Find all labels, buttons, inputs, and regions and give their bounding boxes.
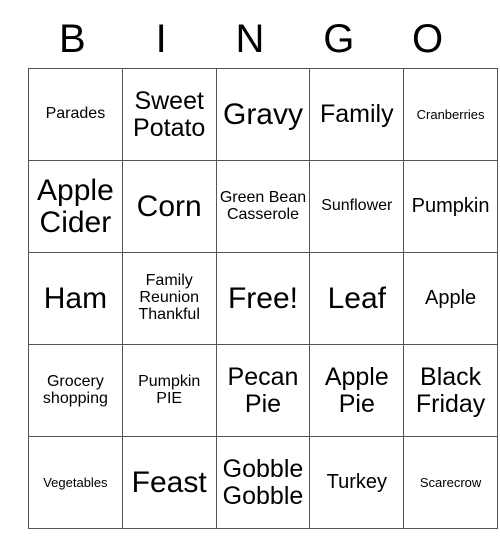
bingo-cell[interactable]: Vegetables [28, 436, 123, 529]
bingo-row: Grocery shopping Pumpkin PIE Pecan Pie A… [28, 344, 498, 437]
bingo-cell[interactable]: Pumpkin [403, 160, 498, 253]
bingo-header: B I N G O [28, 10, 472, 68]
bingo-cell[interactable]: Family Reunion Thankful [121, 252, 217, 345]
bingo-cell[interactable]: Parades [28, 68, 123, 161]
bingo-header-letter-o: O [412, 17, 444, 61]
bingo-cell[interactable]: Green Bean Casserole [215, 160, 311, 253]
bingo-row: Vegetables Feast Gobble Gobble Turkey Sc… [28, 436, 498, 529]
bingo-row: Ham Family Reunion Thankful Free! Leaf A… [28, 252, 498, 345]
bingo-row: Parades Sweet Potato Gravy Family Cranbe… [28, 68, 498, 161]
bingo-header-letter-n: N [235, 17, 265, 61]
bingo-cell[interactable]: Gobble Gobble [215, 436, 311, 529]
bingo-cell[interactable]: Corn [121, 160, 217, 253]
bingo-cell[interactable]: Gravy [215, 68, 311, 161]
bingo-cell[interactable]: Leaf [309, 252, 405, 345]
bingo-cell[interactable]: Apple Cider [28, 160, 123, 253]
bingo-cell[interactable]: Feast [121, 436, 217, 529]
bingo-cell[interactable]: Turkey [309, 436, 405, 529]
bingo-cell[interactable]: Black Friday [403, 344, 498, 437]
bingo-cell[interactable]: Cranberries [403, 68, 498, 161]
bingo-cell[interactable]: Sweet Potato [121, 68, 217, 161]
bingo-cell[interactable]: Pumpkin PIE [121, 344, 217, 437]
bingo-header-letter-b: B [59, 17, 86, 61]
bingo-row: Apple Cider Corn Green Bean Casserole Su… [28, 160, 498, 253]
bingo-cell[interactable]: Apple Pie [309, 344, 405, 437]
bingo-header-letter-i: I [155, 17, 167, 61]
bingo-card: B I N G O Parades Sweet Potato Gravy Fam… [28, 10, 498, 529]
bingo-cell[interactable]: Apple [403, 252, 498, 345]
bingo-cell[interactable]: Grocery shopping [28, 344, 123, 437]
bingo-cell-free-space[interactable]: Free! [215, 252, 311, 345]
bingo-grid: Parades Sweet Potato Gravy Family Cranbe… [28, 68, 498, 529]
bingo-cell[interactable]: Family [309, 68, 405, 161]
bingo-cell[interactable]: Scarecrow [403, 436, 498, 529]
bingo-header-letter-g: G [323, 17, 355, 61]
bingo-cell[interactable]: Pecan Pie [215, 344, 311, 437]
bingo-cell[interactable]: Sunflower [309, 160, 405, 253]
bingo-cell[interactable]: Ham [28, 252, 123, 345]
